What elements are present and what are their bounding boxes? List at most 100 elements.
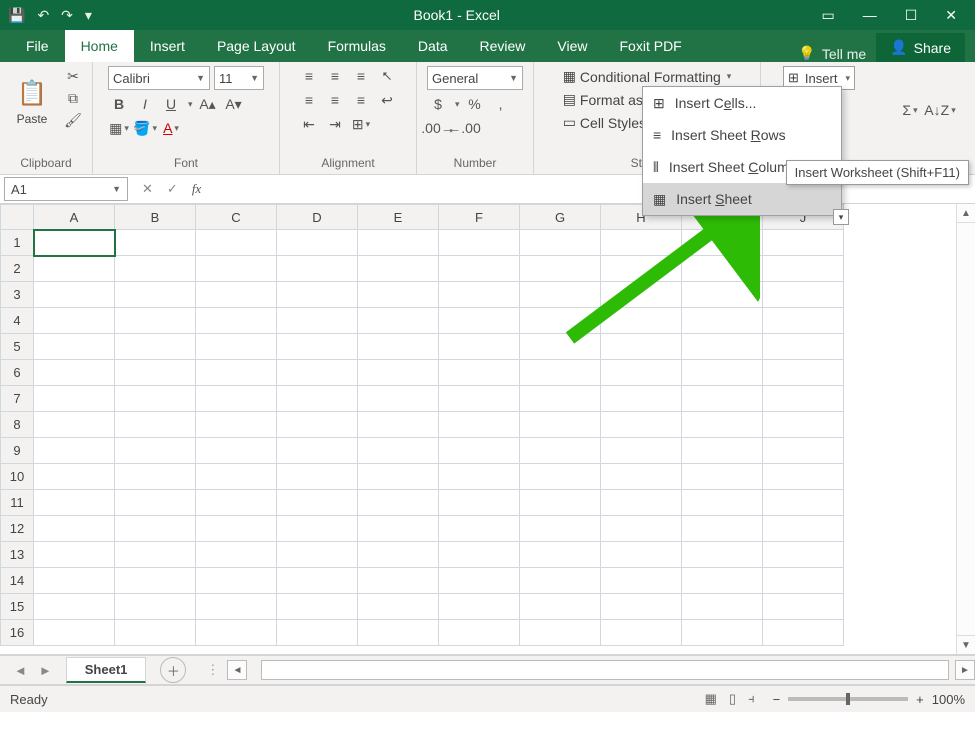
orientation-button[interactable]: ⭦ — [376, 66, 398, 86]
font-size-combo[interactable]: 11▼ — [214, 66, 264, 90]
row-header[interactable]: 7 — [1, 386, 34, 412]
sheet-nav-next[interactable]: ► — [39, 663, 52, 678]
italic-button[interactable]: I — [134, 94, 156, 114]
cell[interactable] — [763, 620, 844, 646]
cell[interactable] — [358, 308, 439, 334]
row-header[interactable]: 12 — [1, 516, 34, 542]
paste-button[interactable]: 📋 Paste — [8, 66, 56, 138]
column-header[interactable]: G — [520, 205, 601, 230]
tell-me[interactable]: 💡 Tell me — [788, 45, 876, 62]
align-left-button[interactable]: ≡ — [298, 90, 320, 110]
decrease-decimal-button[interactable]: ←.00 — [453, 118, 475, 138]
tab-home[interactable]: Home — [65, 30, 134, 62]
cell[interactable] — [439, 438, 520, 464]
cell[interactable] — [682, 334, 763, 360]
cell[interactable] — [520, 594, 601, 620]
row-header[interactable]: 15 — [1, 594, 34, 620]
select-all-corner[interactable] — [1, 205, 34, 230]
percent-button[interactable]: % — [464, 94, 486, 114]
cell[interactable] — [358, 464, 439, 490]
cell[interactable] — [763, 282, 844, 308]
tab-foxit-pdf[interactable]: Foxit PDF — [604, 30, 698, 62]
cell[interactable] — [115, 282, 196, 308]
increase-indent-button[interactable]: ⇥ — [324, 114, 346, 134]
cell[interactable] — [34, 620, 115, 646]
tab-formulas[interactable]: Formulas — [312, 30, 402, 62]
enter-formula-button[interactable]: ✓ — [167, 181, 178, 197]
font-name-combo[interactable]: Calibri▼ — [108, 66, 210, 90]
cell[interactable] — [439, 230, 520, 256]
row-header[interactable]: 1 — [1, 230, 34, 256]
cell[interactable] — [196, 412, 277, 438]
cell[interactable] — [358, 334, 439, 360]
currency-button[interactable]: $ — [427, 94, 449, 114]
decrease-font-button[interactable]: A▾ — [223, 94, 245, 114]
insert-cells-item[interactable]: ⊞ Insert Cells... — [643, 87, 841, 119]
cell[interactable] — [520, 464, 601, 490]
cell[interactable] — [196, 438, 277, 464]
align-right-button[interactable]: ≡ — [350, 90, 372, 110]
tab-data[interactable]: Data — [402, 30, 464, 62]
close-button[interactable]: ✕ — [945, 7, 957, 24]
cell[interactable] — [196, 516, 277, 542]
cell[interactable] — [115, 542, 196, 568]
cell[interactable] — [358, 620, 439, 646]
cell[interactable] — [358, 386, 439, 412]
wrap-text-button[interactable]: ↩ — [376, 90, 398, 110]
increase-font-button[interactable]: A▴ — [197, 94, 219, 114]
cell[interactable] — [763, 334, 844, 360]
merge-center-button[interactable]: ⊞▾ — [350, 114, 372, 134]
cell[interactable] — [682, 360, 763, 386]
cut-button[interactable]: ✂ — [62, 66, 84, 86]
cell[interactable] — [439, 464, 520, 490]
cell[interactable] — [682, 282, 763, 308]
scroll-down-button[interactable]: ▼ — [957, 635, 975, 654]
align-middle-button[interactable]: ≡ — [324, 66, 346, 86]
cell[interactable] — [682, 412, 763, 438]
insert-sheet-item[interactable]: ▦ Insert Sheet — [643, 183, 841, 215]
cell[interactable] — [520, 568, 601, 594]
cell[interactable] — [763, 568, 844, 594]
maximize-button[interactable]: ☐ — [905, 7, 918, 24]
cell[interactable] — [277, 568, 358, 594]
cell[interactable] — [439, 594, 520, 620]
cell[interactable] — [277, 594, 358, 620]
cell[interactable] — [277, 256, 358, 282]
cell[interactable] — [682, 490, 763, 516]
cell[interactable] — [277, 542, 358, 568]
cell[interactable] — [358, 412, 439, 438]
redo-icon[interactable]: ↷ — [61, 7, 73, 24]
vertical-scrollbar[interactable]: ▲ ▼ — [956, 204, 975, 654]
cell[interactable] — [34, 308, 115, 334]
align-top-button[interactable]: ≡ — [298, 66, 320, 86]
cell[interactable] — [358, 438, 439, 464]
minimize-button[interactable]: — — [863, 7, 877, 23]
cell[interactable] — [520, 230, 601, 256]
cell[interactable] — [115, 438, 196, 464]
cell[interactable] — [34, 464, 115, 490]
cell[interactable] — [277, 282, 358, 308]
row-header[interactable]: 9 — [1, 438, 34, 464]
normal-view-button[interactable]: ▦ — [705, 691, 717, 707]
fx-icon[interactable]: fx — [192, 181, 201, 197]
cell[interactable] — [115, 594, 196, 620]
undo-icon[interactable]: ↶ — [37, 7, 49, 24]
scroll-right-button[interactable]: ► — [955, 660, 975, 680]
cell[interactable] — [196, 360, 277, 386]
cell[interactable] — [277, 620, 358, 646]
format-painter-button[interactable]: 🖌 — [62, 110, 84, 130]
cell[interactable] — [358, 516, 439, 542]
cell[interactable] — [358, 594, 439, 620]
tab-page-layout[interactable]: Page Layout — [201, 30, 312, 62]
cell[interactable] — [439, 282, 520, 308]
cell[interactable] — [277, 490, 358, 516]
cell[interactable] — [682, 594, 763, 620]
cell[interactable] — [34, 542, 115, 568]
cell[interactable] — [520, 412, 601, 438]
cell[interactable] — [439, 568, 520, 594]
share-button[interactable]: 👤 Share — [876, 33, 965, 62]
cell[interactable] — [763, 386, 844, 412]
cell[interactable] — [520, 490, 601, 516]
cell[interactable] — [520, 620, 601, 646]
sheet-tab-1[interactable]: Sheet1 — [66, 657, 147, 683]
